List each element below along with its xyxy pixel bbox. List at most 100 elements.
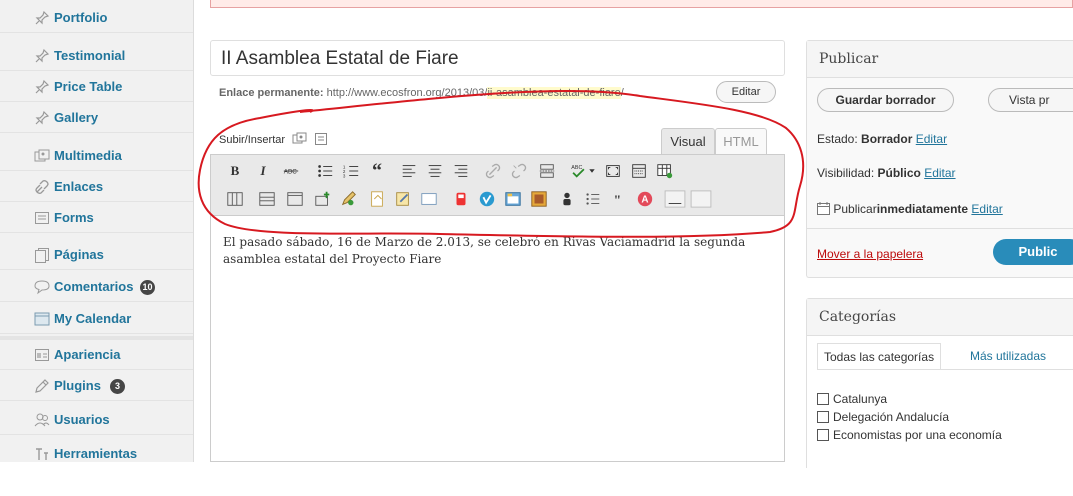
tab-visual[interactable]: Visual — [661, 128, 715, 154]
category-checkbox[interactable] — [817, 393, 829, 405]
tab-most-used[interactable]: Más utilizadas — [964, 343, 1052, 369]
blockquote-icon[interactable]: “ — [367, 161, 387, 181]
tools-icon — [36, 448, 48, 460]
align-left-icon[interactable] — [399, 161, 419, 181]
pin-icon — [35, 110, 50, 125]
publish-button[interactable]: Public — [993, 239, 1073, 265]
category-label: Catalunya — [833, 392, 888, 406]
align-center-icon[interactable] — [425, 161, 445, 181]
sidebar-item-label: Portfolio — [54, 10, 108, 25]
comment-count-badge: 10 — [140, 280, 155, 295]
sidebar-item-enlaces[interactable]: Enlaces — [0, 172, 193, 202]
post-title-input[interactable]: II Asamblea Estatal de Fiare — [210, 40, 785, 76]
list-icon[interactable] — [583, 189, 603, 209]
sidebar-item-my-calendar[interactable]: My Calendar — [0, 304, 193, 334]
sidebar-item-paginas[interactable]: Páginas — [0, 240, 193, 270]
layout-icon[interactable] — [257, 189, 277, 209]
save-draft-button[interactable]: Guardar borrador — [817, 88, 954, 112]
permalink-slug[interactable]: ii-asamblea-estatal-de-fiare — [487, 87, 621, 99]
upload-insert-label: Subir/Insertar — [219, 134, 286, 146]
sidebar-item-comentarios[interactable]: Comentarios 10 — [0, 272, 193, 302]
tab-html[interactable]: HTML — [715, 128, 767, 154]
schedule-label: Publicar — [833, 202, 877, 216]
move-to-trash-link[interactable]: Mover a la papelera — [817, 247, 923, 261]
category-item[interactable]: Economistas por una economía — [817, 428, 1002, 442]
sidebar-item-forms[interactable]: Forms — [0, 203, 193, 233]
sidebar-item-label: Enlaces — [54, 179, 104, 194]
bullet-list-icon[interactable] — [315, 161, 335, 181]
table-icon[interactable] — [655, 161, 675, 181]
italic-icon[interactable]: I — [253, 161, 273, 181]
sidebar-item-portfolio[interactable]: Portfolio — [0, 3, 193, 33]
status-edit-link[interactable]: Editar — [916, 132, 947, 146]
align-right-icon[interactable] — [451, 161, 471, 181]
permalink-row: Enlace permanente: http://www.ecosfron.o… — [219, 87, 624, 99]
category-label: Delegación Andalucía — [833, 410, 950, 424]
publish-box-header[interactable]: Publicar — [807, 41, 1073, 78]
category-item[interactable]: Delegación Andalucía — [817, 410, 949, 424]
sidebar-item-label: Gallery — [54, 110, 99, 125]
category-checkbox[interactable] — [817, 411, 829, 423]
edit-icon[interactable] — [339, 189, 359, 209]
svg-text:3: 3 — [343, 173, 346, 178]
strikethrough-icon[interactable]: ABC — [281, 161, 301, 181]
unlink-icon[interactable] — [509, 161, 529, 181]
sidebar-item-price-table[interactable]: Price Table — [0, 72, 193, 102]
fullscreen-icon[interactable] — [603, 161, 623, 181]
tab-all-categories[interactable]: Todas las categorías — [817, 343, 942, 369]
youtube-icon[interactable] — [451, 189, 471, 209]
schedule-edit-link[interactable]: Editar — [971, 202, 1002, 216]
sidebar-item-label: Páginas — [54, 247, 104, 262]
sidebar-item-apariencia[interactable]: Apariencia — [0, 340, 193, 370]
tabs-icon[interactable] — [503, 189, 523, 209]
box-icon[interactable] — [285, 189, 305, 209]
bold-icon[interactable]: B — [225, 161, 245, 181]
hr-icon[interactable] — [663, 189, 687, 209]
svg-text:": " — [614, 192, 622, 207]
sidebar-item-plugins[interactable]: Plugins 3 — [0, 371, 193, 401]
sidebar-item-testimonial[interactable]: Testimonial — [0, 41, 193, 71]
category-checkbox[interactable] — [817, 429, 829, 441]
visibility-value: Público — [877, 166, 921, 180]
add-form-icon[interactable] — [314, 132, 328, 146]
comment-icon — [34, 280, 50, 295]
publish-box-title: Publicar — [819, 51, 879, 67]
gallery-icon[interactable] — [529, 189, 549, 209]
plugin-updates-badge: 3 — [110, 379, 125, 394]
note-icon[interactable] — [393, 189, 413, 209]
preview-button[interactable]: Vista pr — [988, 88, 1073, 112]
status-label: Estado: — [817, 132, 858, 146]
sidebar-item-label: Testimonial — [54, 48, 126, 63]
vimeo-icon[interactable] — [477, 189, 497, 209]
more-tag-icon[interactable] — [537, 161, 557, 181]
svg-text:A: A — [641, 195, 648, 206]
sidebar-item-usuarios[interactable]: Usuarios — [0, 405, 193, 435]
numbered-list-icon[interactable]: 123 — [341, 161, 361, 181]
categories-box-header[interactable]: Categorías — [807, 299, 1073, 336]
sidebar-item-label: Usuarios — [54, 412, 110, 427]
blank-icon[interactable] — [689, 189, 713, 209]
add-media-icon[interactable] — [292, 132, 308, 146]
post-content[interactable]: El pasado sábado, 16 de Marzo de 2.013, … — [223, 234, 783, 268]
svg-text:ABC: ABC — [284, 169, 297, 176]
doc-icon[interactable] — [367, 189, 387, 209]
visibility-edit-link[interactable]: Editar — [924, 166, 955, 180]
sidebar-item-multimedia[interactable]: Multimedia — [0, 141, 193, 171]
editor-content-area[interactable]: El pasado sábado, 16 de Marzo de 2.013, … — [210, 216, 785, 462]
category-item[interactable]: Catalunya — [817, 392, 887, 406]
pin-icon — [35, 48, 50, 63]
sidebar-item-gallery[interactable]: Gallery — [0, 103, 193, 133]
person-icon[interactable] — [557, 189, 577, 209]
spellcheck-icon[interactable]: ABC — [569, 161, 597, 181]
link-icon[interactable] — [483, 161, 503, 181]
kitchen-sink-icon[interactable] — [629, 161, 649, 181]
columns-icon[interactable] — [225, 189, 245, 209]
sidebar-item-herramientas[interactable]: Herramientas — [0, 439, 193, 462]
sidebar-item-label: Multimedia — [54, 148, 122, 163]
quote-icon[interactable]: " — [609, 189, 629, 209]
add-icon[interactable] — [313, 189, 333, 209]
circle-a-icon[interactable]: A — [635, 189, 655, 209]
frame-icon[interactable] — [419, 189, 439, 209]
permalink-edit-button[interactable]: Editar — [716, 81, 776, 103]
sidebar-item-label: Forms — [54, 210, 94, 225]
